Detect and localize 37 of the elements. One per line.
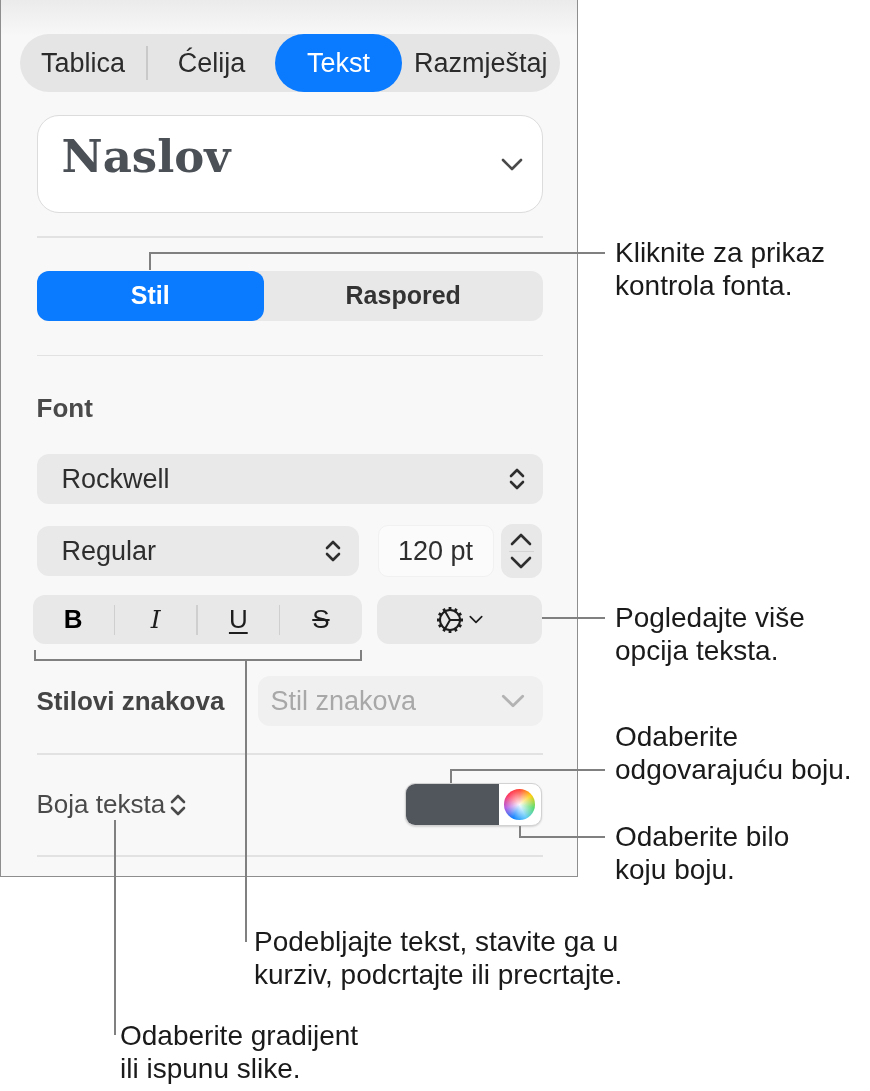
text-options-button[interactable] bbox=[376, 595, 542, 644]
callout-text: Pogledajte više opcija teksta. bbox=[615, 601, 805, 667]
leader-line bbox=[541, 617, 606, 619]
tab[interactable]: Tablica bbox=[19, 34, 147, 92]
bold-button[interactable]: B bbox=[32, 595, 114, 644]
up-down-chevron-icon bbox=[170, 792, 187, 817]
font-family-popup[interactable]: Rockwell bbox=[36, 454, 543, 504]
color-wheel-icon[interactable] bbox=[504, 789, 535, 820]
tab[interactable]: Ćelija bbox=[148, 34, 275, 92]
paragraph-style-popup[interactable]: Naslov bbox=[36, 115, 543, 213]
callout-text: Kliknite za prikaz kontrola fonta. bbox=[615, 236, 826, 302]
callout-text: Odaberite odgovarajuću boju. bbox=[615, 720, 852, 786]
caret-icon bbox=[469, 615, 483, 624]
color-swatch[interactable] bbox=[405, 784, 499, 825]
section-label: Font bbox=[36, 393, 93, 423]
chevron-up-icon bbox=[510, 533, 532, 547]
segment[interactable]: Stil bbox=[36, 270, 264, 321]
strikethrough-button[interactable]: S bbox=[280, 595, 362, 644]
chevron-down-icon bbox=[510, 555, 532, 569]
italic-button[interactable]: I bbox=[115, 595, 197, 644]
tab[interactable]: Razmještaj bbox=[401, 34, 560, 92]
callout-text: Odaberite gradijent ili ispunu slike. bbox=[120, 1019, 359, 1085]
size-stepper[interactable] bbox=[500, 524, 542, 578]
size-field[interactable]: 120 pt bbox=[377, 525, 494, 577]
gear-icon bbox=[435, 604, 465, 635]
underline-button[interactable]: U bbox=[197, 595, 279, 644]
up-down-chevron-icon bbox=[324, 539, 341, 563]
segment[interactable]: Raspored bbox=[263, 270, 543, 321]
typeface-popup[interactable]: Regular bbox=[36, 526, 359, 576]
callout-text: Podebljajte tekst, stavite ga u kurziv, podcrtajte ili precrtajte. bbox=[254, 925, 623, 991]
callout-text: Odaberite bilo koju boju. bbox=[615, 820, 790, 886]
up-down-chevron-icon bbox=[508, 467, 525, 491]
fill-type-popup[interactable]: Boja teksta bbox=[36, 789, 187, 820]
tab[interactable]: Tekst bbox=[274, 34, 402, 92]
field-label: Stilovi znakova bbox=[36, 685, 225, 717]
chevron-down-icon bbox=[500, 157, 523, 171]
chevron-down-icon bbox=[500, 694, 525, 708]
